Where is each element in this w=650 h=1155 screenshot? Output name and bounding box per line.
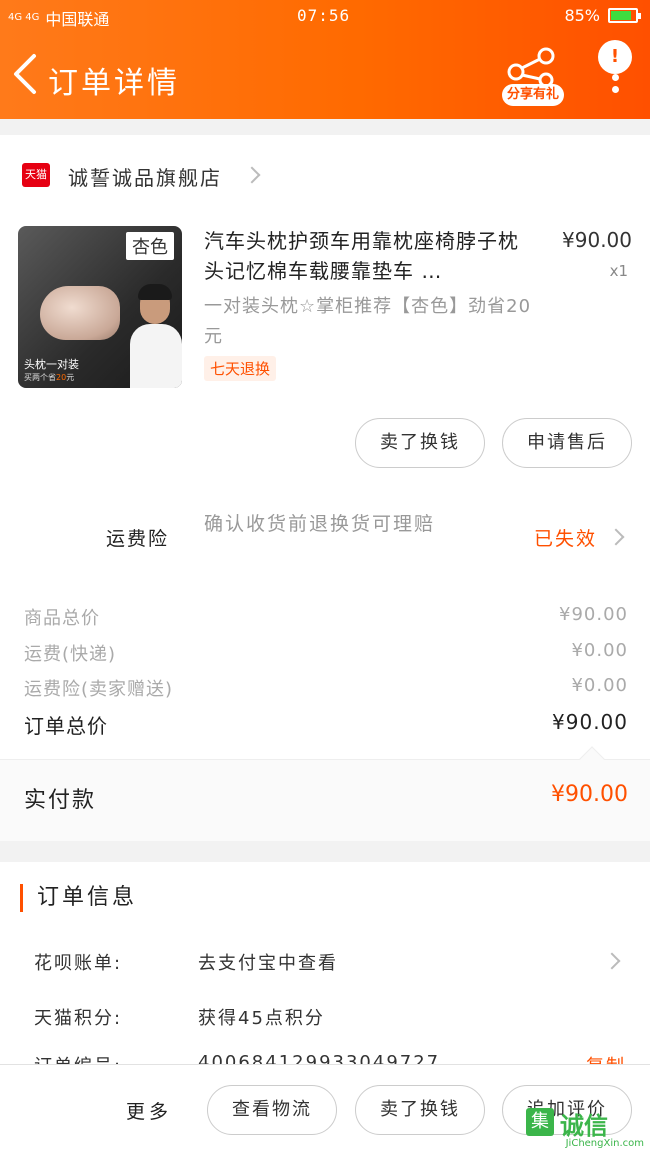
- shipping-insurance-label: 运费险: [106, 528, 170, 550]
- product-price: ¥90.00: [562, 228, 632, 252]
- sell-button-bottom[interactable]: 卖了换钱: [355, 1085, 485, 1135]
- share-icon: [507, 47, 555, 88]
- watermark-url: JiChengXin.com: [565, 1138, 644, 1149]
- summary-row: 商品总价 ¥90.00: [24, 604, 628, 629]
- share-label: 分享有礼: [502, 84, 564, 106]
- notification-icon[interactable]: !: [598, 40, 632, 74]
- view-logistics-button[interactable]: 查看物流: [207, 1085, 337, 1135]
- shipping-insurance-status[interactable]: 已失效: [534, 524, 597, 551]
- product-sku: 一对装头枕☆掌柜推荐【杏色】劲省20元: [204, 296, 532, 347]
- image-caption: 头枕一对装 买两个省20元: [24, 358, 79, 382]
- more-button[interactable]: 更多: [126, 1097, 172, 1124]
- paid-label: 实付款: [24, 788, 97, 813]
- model-photo: [130, 282, 182, 388]
- product-quantity: x1: [609, 262, 628, 280]
- more-dots-icon: [612, 86, 619, 93]
- battery-icon: [608, 8, 641, 23]
- site-watermark: 集 诚信 JiChengXin.com: [526, 1104, 644, 1152]
- color-tag: 杏色: [126, 232, 174, 260]
- order-info-title: 订单信息: [20, 884, 137, 912]
- sell-button[interactable]: 卖了换钱: [355, 418, 485, 468]
- share-button[interactable]: 分享有礼: [502, 44, 564, 108]
- tmall-logo: 天猫: [22, 163, 50, 187]
- app-header: 4G 4G 中国联通 07:56 85% 订单详情 分享有礼 !: [0, 0, 650, 119]
- chevron-right-icon: [243, 166, 261, 184]
- watermark-logo-icon: 集: [526, 1108, 554, 1136]
- clock: 07:56: [297, 6, 351, 25]
- battery-percent: 85%: [564, 6, 600, 25]
- shipping-insurance-desc: 确认收货前退换货可理赔: [204, 513, 436, 535]
- store-row[interactable]: 天猫 诚誓诚品旗舰店: [0, 150, 650, 200]
- page-title: 订单详情: [48, 66, 180, 101]
- order-number-row: 订单编号: 400684129933049727 复制: [34, 1052, 630, 1064]
- after-sale-button[interactable]: 申请售后: [502, 418, 632, 468]
- product-image[interactable]: 杏色 头枕一对装 买两个省20元: [18, 226, 182, 388]
- paid-amount-row: 实付款 ¥90.00: [0, 746, 650, 841]
- more-menu-button[interactable]: !: [598, 40, 638, 100]
- product-title[interactable]: 汽车头枕护颈车用靠枕座椅脖子枕头记忆棉车载腰靠垫车 …: [204, 226, 534, 286]
- order-total-row: 订单总价 ¥90.00: [24, 710, 628, 738]
- signal-icon: 4G 4G: [8, 12, 40, 23]
- watermark-text: 诚信: [560, 1112, 608, 1140]
- summary-row: 运费(快递) ¥0.00: [24, 640, 628, 665]
- status-bar: 4G 4G 中国联通 07:56 85%: [0, 0, 650, 34]
- return-policy-badge: 七天退换: [204, 356, 277, 381]
- chevron-left-icon: [14, 54, 36, 94]
- more-dots-icon: [612, 74, 619, 81]
- pillow-graphic: [40, 286, 120, 340]
- copy-button[interactable]: 复制: [586, 1052, 626, 1064]
- back-button[interactable]: [10, 52, 40, 96]
- store-name[interactable]: 诚誓诚品旗舰店: [68, 162, 222, 191]
- paid-value: ¥90.00: [551, 782, 628, 807]
- summary-row: 运费险(卖家赠送) ¥0.00: [24, 675, 628, 700]
- carrier-name: 中国联通: [45, 10, 110, 29]
- nav-bar: 订单详情 分享有礼 !: [0, 40, 650, 110]
